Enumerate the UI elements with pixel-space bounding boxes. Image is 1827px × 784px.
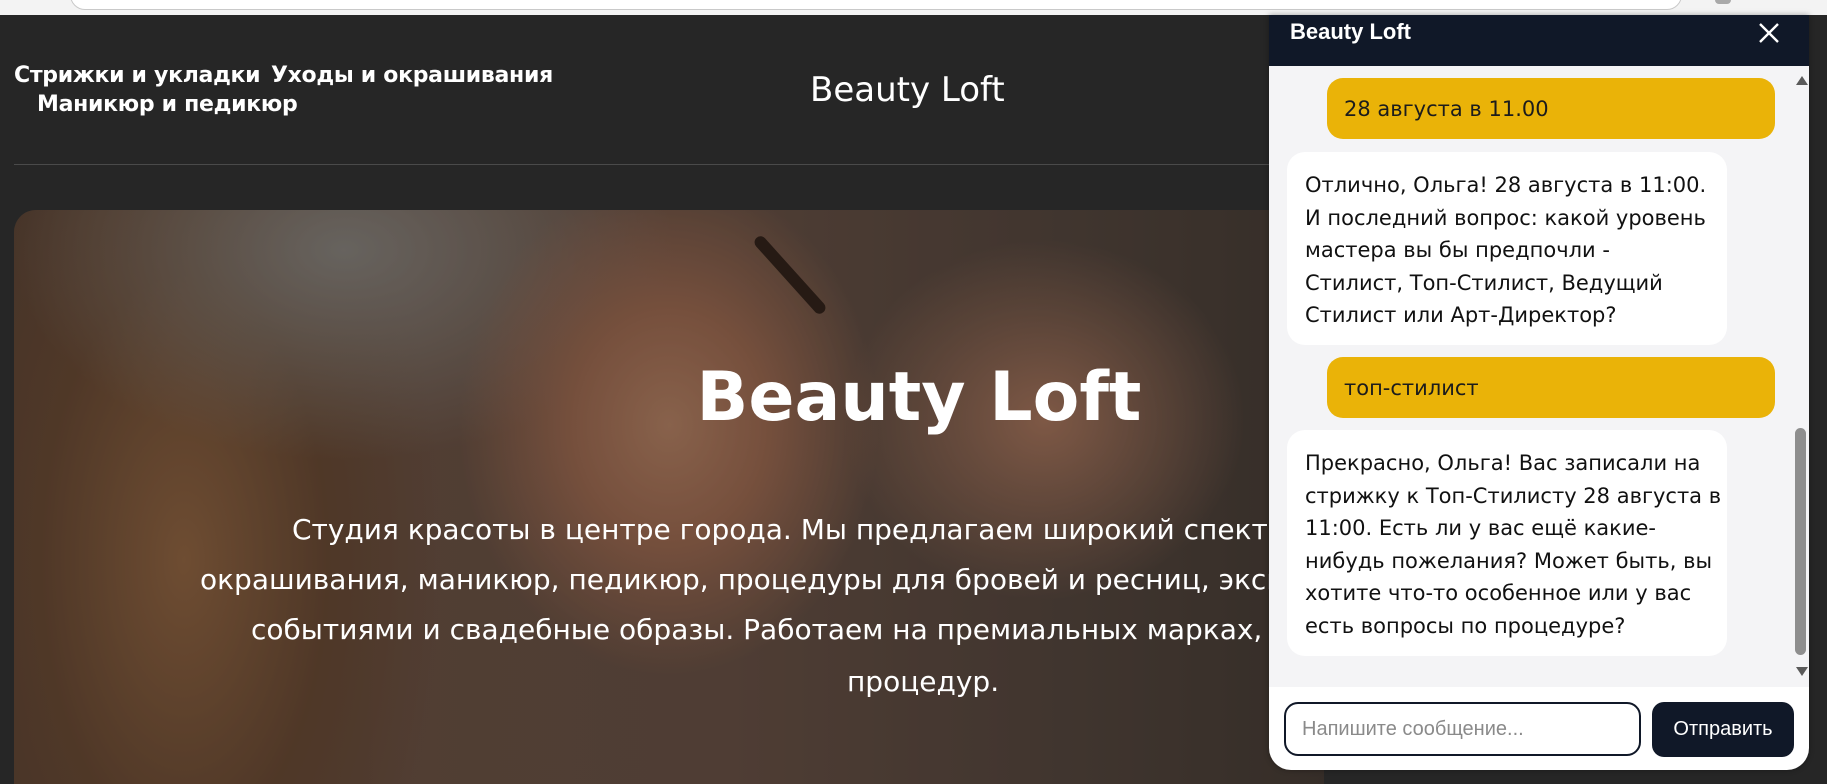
site-logo[interactable]: Beauty Loft bbox=[810, 70, 1005, 110]
nav-link-manicure[interactable]: Маникюр и педикюр bbox=[37, 92, 298, 117]
hero-banner: Beauty Loft Студия красоты в центре горо… bbox=[14, 210, 1324, 784]
chat-title: Beauty Loft bbox=[1290, 19, 1411, 44]
user-message: 28 августа в 11.00 bbox=[1327, 78, 1775, 139]
hero-title: Beauty Loft bbox=[696, 358, 1142, 437]
browser-menu-indicator bbox=[1715, 0, 1731, 4]
chat-scrollbar[interactable] bbox=[1791, 66, 1809, 687]
nav-link-care-coloring[interactable]: Уходы и окрашивания bbox=[271, 63, 553, 88]
close-icon[interactable] bbox=[1754, 18, 1784, 48]
message-line: стрижку к Топ-Стилисту 28 августа в bbox=[1305, 483, 1722, 508]
scroll-up-arrow-icon[interactable] bbox=[1796, 76, 1808, 85]
message-line: 11:00. Есть ли у вас ещё какие- bbox=[1305, 516, 1656, 540]
chat-widget: Beauty Loft 28 августа в 11.00 Отлично, … bbox=[1269, 15, 1809, 770]
hero-description-line: событиями и свадебные образы. Работаем н… bbox=[251, 613, 1324, 646]
hero-overlay bbox=[14, 210, 1324, 784]
browser-toolbar bbox=[0, 0, 1827, 15]
chat-messages[interactable]: 28 августа в 11.00 Отлично, Ольга! 28 ав… bbox=[1269, 66, 1809, 687]
message-line: нибудь пожелания? Может быть, вы bbox=[1305, 548, 1713, 573]
message-line: Стилист, Топ-Стилист, Ведущий bbox=[1305, 270, 1663, 295]
hero-description-line: Студия красоты в центре города. Мы предл… bbox=[292, 513, 1324, 546]
user-message: топ-стилист bbox=[1327, 357, 1775, 418]
message-line: хотите что-то особенное или у вас bbox=[1305, 581, 1692, 605]
scroll-down-arrow-icon[interactable] bbox=[1796, 667, 1808, 676]
message-line: Стилист или Арт-Директор? bbox=[1305, 303, 1617, 327]
message-text: 28 августа в 11.00 bbox=[1344, 96, 1549, 121]
message-line: Прекрасно, Ольга! Вас записали на bbox=[1305, 451, 1701, 475]
hero-description-line: окрашивания, маникюр, педикюр, процедуры… bbox=[200, 563, 1324, 596]
bot-message: Прекрасно, Ольга! Вас записали на стрижк… bbox=[1287, 430, 1727, 656]
hero-description-line: процедур. bbox=[847, 665, 1000, 698]
message-line: Отлично, Ольга! 28 августа в 11:00. bbox=[1305, 173, 1707, 197]
nav-link-haircuts[interactable]: Стрижки и укладки bbox=[14, 63, 261, 88]
address-bar[interactable] bbox=[70, 0, 1682, 10]
message-line: есть вопросы по процедуре? bbox=[1305, 613, 1626, 638]
message-input[interactable] bbox=[1284, 702, 1641, 756]
bot-message: Отлично, Ольга! 28 августа в 11:00. И по… bbox=[1287, 152, 1727, 345]
message-line: мастера вы бы предпочли - bbox=[1305, 238, 1610, 262]
scrollbar-thumb[interactable] bbox=[1795, 428, 1806, 655]
header-divider bbox=[14, 164, 1314, 165]
message-text: топ-стилист bbox=[1344, 375, 1479, 400]
message-line: И последний вопрос: какой уровень bbox=[1305, 205, 1706, 230]
send-button[interactable]: Отправить bbox=[1652, 702, 1794, 757]
chat-header: Beauty Loft bbox=[1269, 15, 1809, 66]
